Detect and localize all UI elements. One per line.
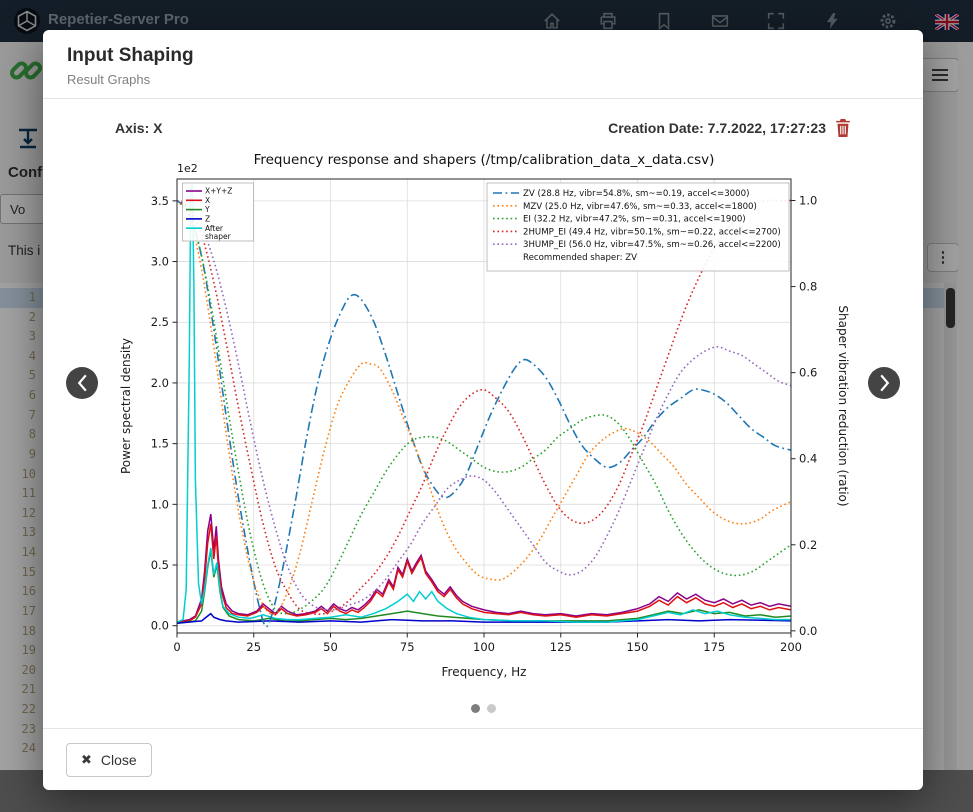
modal-title: Input Shaping xyxy=(67,45,899,67)
svg-text:Z: Z xyxy=(205,215,210,224)
modal-footer: ✖ Close xyxy=(43,728,923,790)
svg-text:Shaper vibration reduction (ra: Shaper vibration reduction (ratio) xyxy=(836,305,850,506)
creation-date: Creation Date: 7.7.2022, 17:27:23 xyxy=(608,119,851,137)
delete-graph-icon[interactable] xyxy=(835,119,851,137)
frequency-response-chart: 0 25 50 75 100 125 150 175 200 0.0 0.5 1.0 1.5 2.0 2.5… xyxy=(115,145,851,699)
graph-meta-row: Axis: X Creation Date: 7.7.2022, 17:27:2… xyxy=(115,119,851,137)
svg-text:X: X xyxy=(205,196,210,205)
svg-text:50: 50 xyxy=(323,640,338,654)
svg-text:1e2: 1e2 xyxy=(177,162,198,175)
svg-text:0.0: 0.0 xyxy=(799,624,817,638)
carousel-next-button[interactable] xyxy=(868,367,900,399)
svg-text:200: 200 xyxy=(780,640,802,654)
svg-text:75: 75 xyxy=(400,640,415,654)
svg-text:Frequency response and shapers: Frequency response and shapers (/tmp/cal… xyxy=(254,152,715,168)
svg-text:MZV (25.0 Hz, vibr=47.6%, sm~=: MZV (25.0 Hz, vibr=47.6%, sm~=0.33, acce… xyxy=(523,202,757,212)
svg-text:3.5: 3.5 xyxy=(151,194,169,208)
svg-text:2.5: 2.5 xyxy=(151,315,169,329)
modal-body: Axis: X Creation Date: 7.7.2022, 17:27:2… xyxy=(43,119,923,699)
svg-text:0.0: 0.0 xyxy=(151,619,169,633)
carousel-dots xyxy=(43,700,923,718)
svg-text:EI (32.2 Hz, vibr=47.2%, sm~=0: EI (32.2 Hz, vibr=47.2%, sm~=0.31, accel… xyxy=(523,215,746,225)
svg-text:3.0: 3.0 xyxy=(151,255,169,269)
close-label: Close xyxy=(101,752,137,768)
svg-text:0: 0 xyxy=(173,640,180,654)
carousel-prev-button[interactable] xyxy=(66,367,98,399)
creation-date-text: Creation Date: 7.7.2022, 17:27:23 xyxy=(608,120,826,136)
svg-text:125: 125 xyxy=(550,640,572,654)
modal-subtitle: Result Graphs xyxy=(67,72,899,87)
svg-text:0.5: 0.5 xyxy=(151,558,169,572)
input-shaping-modal: Input Shaping Result Graphs Axis: X Crea… xyxy=(43,30,923,790)
svg-text:2HUMP_EI (49.4 Hz, vibr=50.1%,: 2HUMP_EI (49.4 Hz, vibr=50.1%, sm~=0.22,… xyxy=(523,227,781,237)
svg-text:Y: Y xyxy=(204,205,210,214)
svg-text:1.0: 1.0 xyxy=(151,497,169,511)
svg-text:25: 25 xyxy=(246,640,261,654)
svg-text:Recommended shaper: ZV: Recommended shaper: ZV xyxy=(523,253,637,263)
svg-text:0.6: 0.6 xyxy=(799,366,817,380)
svg-text:Power spectral density: Power spectral density xyxy=(119,338,133,474)
modal-header: Input Shaping Result Graphs xyxy=(43,30,923,99)
svg-text:Frequency, Hz: Frequency, Hz xyxy=(442,665,527,679)
svg-text:150: 150 xyxy=(627,640,649,654)
carousel-dot[interactable] xyxy=(487,704,496,713)
svg-text:2.0: 2.0 xyxy=(151,376,169,390)
svg-text:175: 175 xyxy=(703,640,725,654)
svg-text:X+Y+Z: X+Y+Z xyxy=(205,187,232,196)
close-button[interactable]: ✖ Close xyxy=(66,743,152,777)
svg-text:ZV (28.8 Hz, vibr=54.8%, sm~=0: ZV (28.8 Hz, vibr=54.8%, sm~=0.19, accel… xyxy=(523,189,749,199)
close-icon: ✖ xyxy=(81,752,92,768)
svg-text:shaper: shaper xyxy=(205,232,232,241)
svg-text:1.5: 1.5 xyxy=(151,437,169,451)
svg-text:1.0: 1.0 xyxy=(799,194,817,208)
svg-text:100: 100 xyxy=(473,640,495,654)
svg-text:0.8: 0.8 xyxy=(799,280,817,294)
svg-text:0.4: 0.4 xyxy=(799,452,817,466)
carousel-dot[interactable] xyxy=(471,704,480,713)
svg-text:0.2: 0.2 xyxy=(799,538,817,552)
svg-text:3HUMP_EI (56.0 Hz, vibr=47.5%,: 3HUMP_EI (56.0 Hz, vibr=47.5%, sm~=0.26,… xyxy=(523,240,781,250)
axis-label: Axis: X xyxy=(115,120,162,136)
